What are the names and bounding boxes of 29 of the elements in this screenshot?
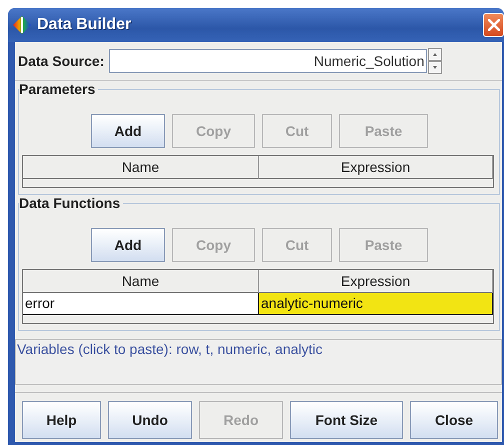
column-header[interactable]: Name <box>23 270 259 293</box>
close-button[interactable] <box>483 13 504 37</box>
group-title: Parameters <box>19 81 98 97</box>
button[interactable]: Undo <box>108 401 192 439</box>
app-icon <box>13 16 31 34</box>
column-header[interactable]: Expression <box>259 270 493 293</box>
button: Cut <box>262 114 332 148</box>
button: Redo <box>199 401 283 439</box>
table-cell[interactable]: analytic-numeric <box>259 293 493 315</box>
button[interactable]: Add <box>91 114 165 148</box>
button: Paste <box>339 228 428 262</box>
button[interactable]: Add <box>91 228 165 262</box>
group-title: Data Functions <box>19 195 124 211</box>
variables-hint: Variables (click to paste): row, t, numeric, analytic <box>17 341 323 357</box>
table-cell[interactable]: error <box>23 293 259 315</box>
column-header[interactable]: Expression <box>259 156 493 179</box>
button: Paste <box>339 114 428 148</box>
button[interactable]: Close <box>410 401 498 439</box>
window-title: Data Builder <box>37 16 132 34</box>
button: Cut <box>262 228 332 262</box>
button: Copy <box>172 114 255 148</box>
data-source-field[interactable]: Numeric_Solution <box>109 49 428 73</box>
button[interactable]: Help <box>22 401 101 439</box>
spinner-icon[interactable] <box>428 48 442 74</box>
button: Copy <box>172 228 255 262</box>
column-header[interactable]: Name <box>23 156 259 179</box>
close-icon <box>488 19 500 31</box>
field-label: Data Source: <box>18 53 104 69</box>
button[interactable]: Font Size <box>290 401 403 439</box>
